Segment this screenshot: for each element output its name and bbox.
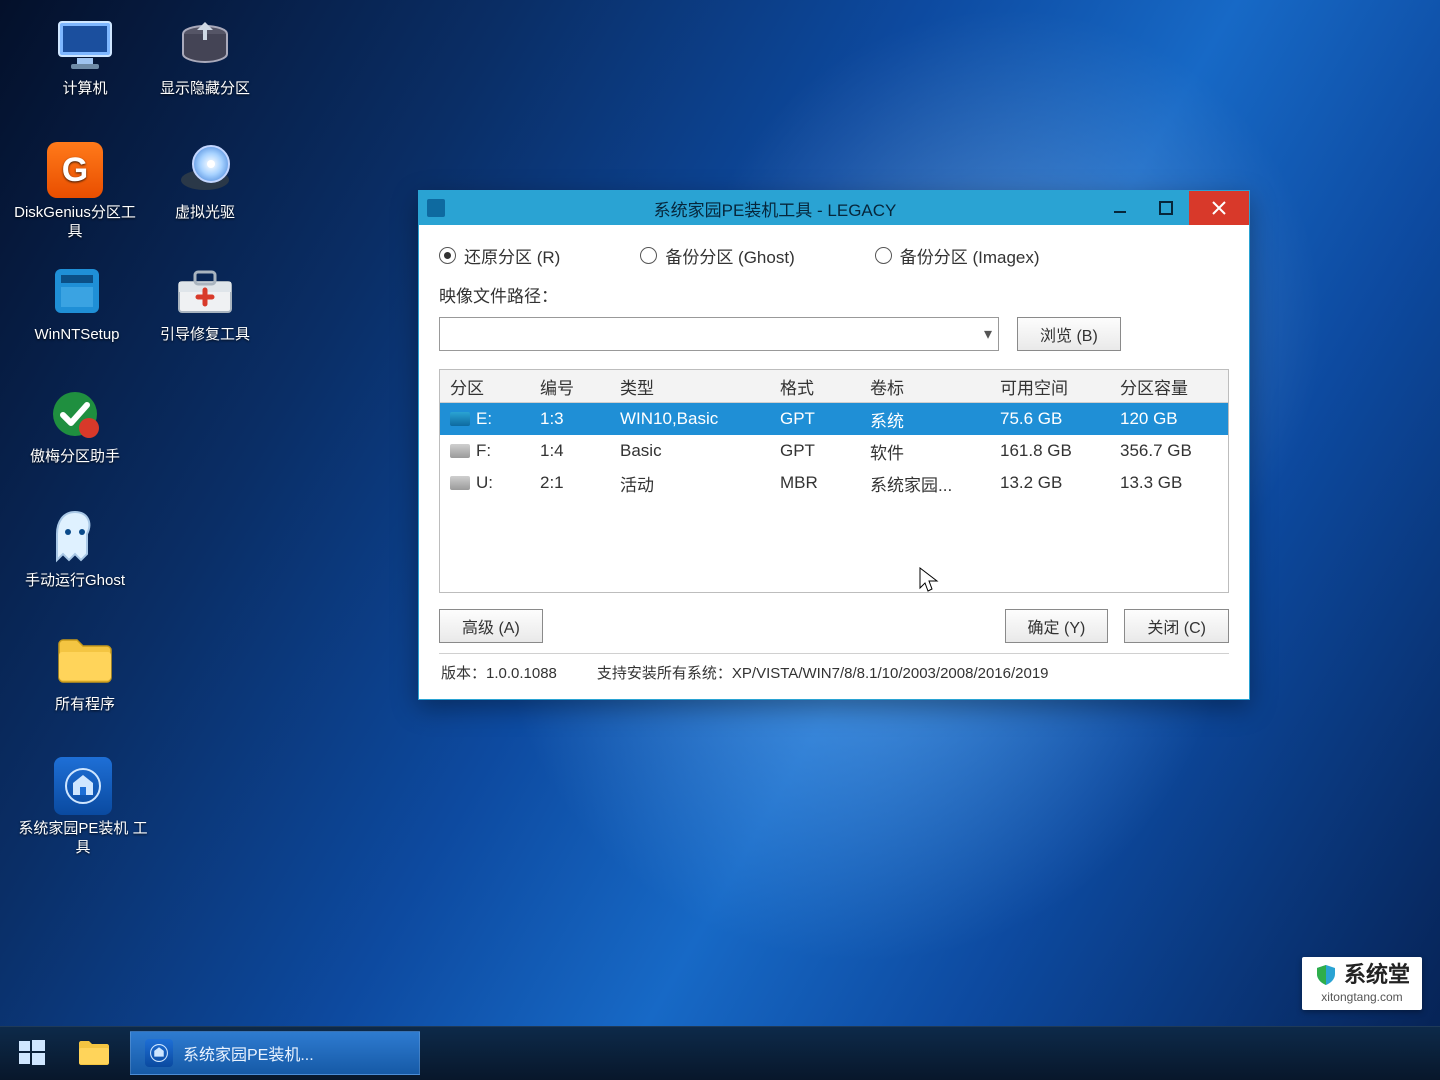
desktop-icon-boot-repair[interactable]: 引导修复工具 [150, 262, 260, 345]
col-free[interactable]: 可用空间 [990, 374, 1110, 399]
desktop: 计算机 显示隐藏分区 G DiskGenius分区工具 虚拟光驱 WinNTSe… [0, 0, 1440, 1080]
col-type[interactable]: 类型 [610, 374, 770, 399]
image-path-dropdown[interactable]: ▾ [439, 317, 999, 351]
setup-icon [45, 262, 109, 322]
radio-icon [439, 247, 456, 264]
titlebar[interactable]: 系统家园PE装机工具 - LEGACY [419, 191, 1249, 225]
version-label: 版本：1.0.0.1088 [441, 662, 557, 683]
browse-button[interactable]: 浏览 (B) [1017, 317, 1121, 351]
task-app-icon [145, 1039, 173, 1067]
taskbar: 系统家园PE装机... [0, 1026, 1440, 1080]
icon-label: 引导修复工具 [150, 326, 260, 345]
aomei-icon [43, 384, 107, 444]
file-explorer-button[interactable] [68, 1032, 120, 1074]
start-button[interactable] [6, 1032, 58, 1074]
col-number[interactable]: 编号 [530, 374, 610, 399]
desktop-icon-winntsetup[interactable]: WinNTSetup [12, 262, 142, 345]
folder-icon [77, 1039, 111, 1067]
radio-backup-imagex[interactable]: 备份分区 (Imagex) [875, 243, 1040, 268]
icon-label: 虚拟光驱 [150, 204, 260, 223]
drive-icon [450, 412, 470, 426]
watermark-brand: 系统堂 [1344, 964, 1410, 986]
desktop-icon-computer[interactable]: 计算机 [30, 16, 140, 99]
pe-tool-window: 系统家园PE装机工具 - LEGACY 还原分区 (R) 备份分区 (Ghost… [418, 190, 1250, 700]
diskgenius-icon: G [43, 140, 107, 200]
close-button[interactable] [1189, 191, 1249, 225]
pe-tool-icon [51, 756, 115, 816]
task-label: 系统家园PE装机... [183, 1041, 314, 1065]
table-row[interactable]: E: 1:3 WIN10,Basic GPT 系统 75.6 GB 120 GB [440, 403, 1228, 435]
desktop-icon-ghost[interactable]: 手动运行Ghost [20, 508, 130, 591]
desktop-icon-virtual-cd[interactable]: 虚拟光驱 [150, 140, 260, 223]
image-path-label: 映像文件路径： [439, 282, 559, 307]
folder-icon [53, 632, 117, 692]
desktop-icon-show-hidden[interactable]: 显示隐藏分区 [150, 16, 260, 99]
window-title: 系统家园PE装机工具 - LEGACY [453, 196, 1097, 221]
shield-icon [1314, 963, 1338, 987]
desktop-icon-pe-tool[interactable]: 系统家园PE装机 工具 [18, 756, 148, 858]
radio-icon [640, 247, 657, 264]
table-row[interactable]: F: 1:4 Basic GPT 软件 161.8 GB 356.7 GB [440, 435, 1228, 467]
advanced-button[interactable]: 高级 (A) [439, 609, 543, 643]
taskbar-task-pe-tool[interactable]: 系统家园PE装机... [130, 1031, 420, 1075]
app-icon [427, 199, 445, 217]
status-bar: 版本：1.0.0.1088 支持安装所有系统：XP/VISTA/WIN7/8/8… [439, 653, 1229, 689]
radio-icon [875, 247, 892, 264]
drive-icon [450, 444, 470, 458]
chevron-down-icon: ▾ [984, 324, 992, 344]
support-label: 支持安装所有系统：XP/VISTA/WIN7/8/8.1/10/2003/200… [597, 662, 1049, 683]
cd-icon [173, 140, 237, 200]
ok-button[interactable]: 确定 (Y) [1005, 609, 1109, 643]
maximize-button[interactable] [1143, 191, 1189, 225]
icon-label: 手动运行Ghost [20, 572, 130, 591]
drive-icon [450, 476, 470, 490]
col-capacity[interactable]: 分区容量 [1110, 374, 1229, 399]
radio-backup-ghost[interactable]: 备份分区 (Ghost) [640, 243, 794, 268]
radio-restore[interactable]: 还原分区 (R) [439, 243, 560, 268]
table-row[interactable]: U: 2:1 活动 MBR 系统家园... 13.2 GB 13.3 GB [440, 467, 1228, 499]
close-dialog-button[interactable]: 关闭 (C) [1124, 609, 1229, 643]
desktop-icon-aomei[interactable]: 傲梅分区助手 [20, 384, 130, 467]
desktop-icon-programs[interactable]: 所有程序 [30, 632, 140, 715]
icon-label: 系统家园PE装机 工具 [18, 820, 148, 858]
windows-icon [17, 1038, 47, 1068]
table-header: 分区 编号 类型 格式 卷标 可用空间 分区容量 [440, 370, 1228, 403]
col-volume[interactable]: 卷标 [860, 374, 990, 399]
icon-label: 计算机 [30, 80, 140, 99]
computer-icon [53, 16, 117, 76]
ghost-icon [43, 508, 107, 568]
col-format[interactable]: 格式 [770, 374, 860, 399]
icon-label: 显示隐藏分区 [150, 80, 260, 99]
icon-label: 所有程序 [30, 696, 140, 715]
watermark: 系统堂 xitongtang.com [1302, 957, 1422, 1010]
watermark-url: xitongtang.com [1314, 989, 1410, 1006]
desktop-icon-diskgenius[interactable]: G DiskGenius分区工具 [10, 140, 140, 242]
toolbox-icon [173, 262, 237, 322]
col-partition[interactable]: 分区 [440, 374, 530, 399]
minimize-button[interactable] [1097, 191, 1143, 225]
partition-table: 分区 编号 类型 格式 卷标 可用空间 分区容量 E: 1:3 WIN10,Ba… [439, 369, 1229, 593]
partition-icon [173, 16, 237, 76]
icon-label: 傲梅分区助手 [20, 448, 130, 467]
icon-label: WinNTSetup [12, 326, 142, 345]
icon-label: DiskGenius分区工具 [10, 204, 140, 242]
